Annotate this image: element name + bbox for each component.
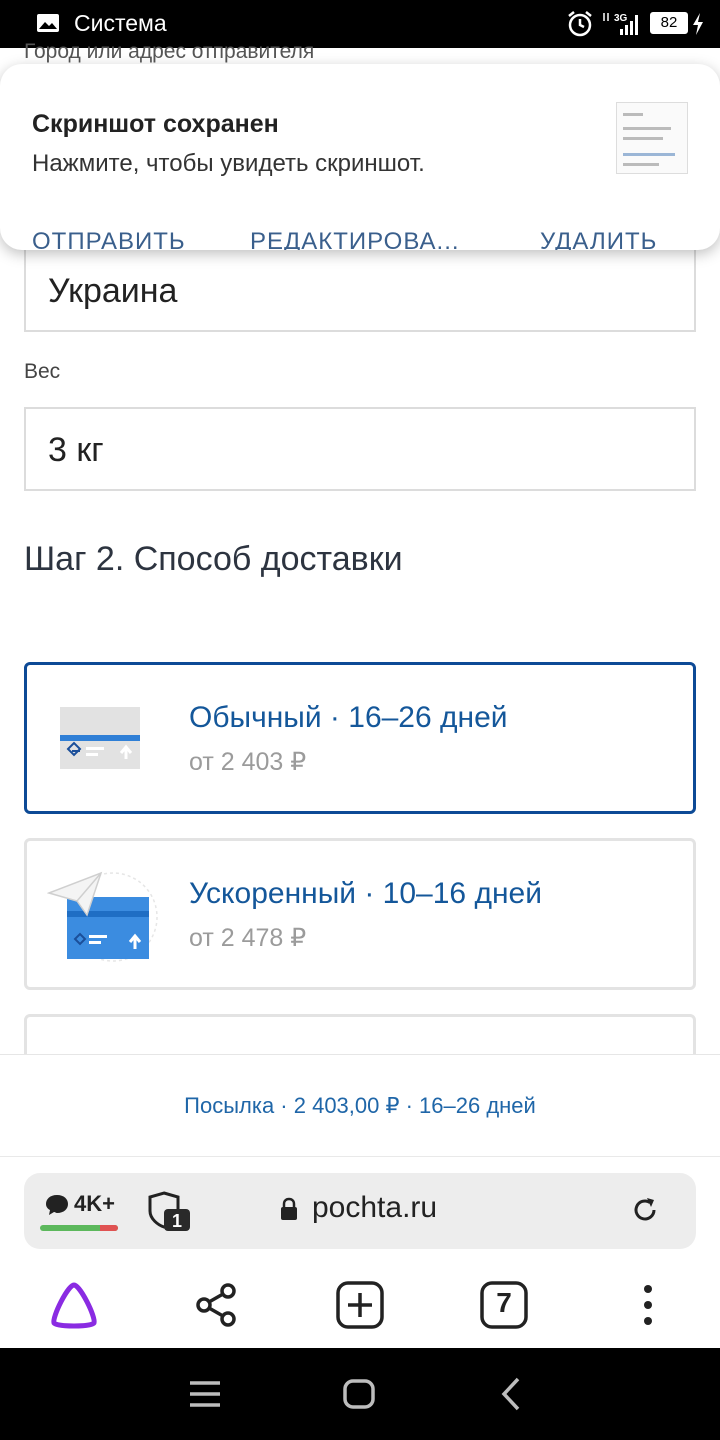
sender-address-label: Город или адрес отправителя xyxy=(24,40,315,63)
notification-actions: ОТПРАВИТЬ РЕДАКТИРОВА... УДАЛИТЬ xyxy=(0,228,720,250)
back-icon[interactable] xyxy=(498,1376,524,1412)
summary-text[interactable]: Посылка · 2 403,00 ₽ · 16–26 дней xyxy=(0,1093,720,1119)
order-summary: Посылка · 2 403,00 ₽ · 16–26 дней xyxy=(0,1054,720,1156)
edit-button[interactable]: РЕДАКТИРОВА... xyxy=(250,228,460,250)
menu-icon[interactable] xyxy=(188,1380,222,1408)
country-value: Украина xyxy=(48,272,178,310)
delivery-option-express[interactable]: Ускоренный · 10–16 дней от 2 478 ₽ xyxy=(24,838,696,990)
home-icon[interactable] xyxy=(342,1378,376,1410)
parcel-icon xyxy=(60,707,140,769)
alice-icon[interactable] xyxy=(48,1279,100,1331)
delete-button[interactable]: УДАЛИТЬ xyxy=(540,228,657,250)
option-price: от 2 403 ₽ xyxy=(189,748,307,776)
screenshot-notification[interactable]: Скриншот сохранен Нажмите, чтобы увидеть… xyxy=(0,64,720,250)
shield-badge: 1 xyxy=(172,1211,182,1231)
delivery-option-regular[interactable]: Обычный · 16–26 дней от 2 403 ₽ xyxy=(24,662,696,814)
new-tab-icon[interactable] xyxy=(334,1279,386,1331)
reload-icon[interactable] xyxy=(630,1195,660,1225)
comments-icon[interactable] xyxy=(44,1193,70,1217)
browser-toolbar: 4K+ 1 pochta.ru 7 xyxy=(0,1156,720,1348)
step2-title: Шаг 2. Способ доставки xyxy=(24,540,403,578)
address-bar[interactable]: 4K+ 1 pochta.ru xyxy=(24,1173,696,1249)
charging-icon xyxy=(693,13,703,35)
url-text[interactable]: pochta.ru xyxy=(312,1191,437,1225)
lock-icon xyxy=(281,1197,297,1220)
comments-count[interactable]: 4K+ xyxy=(74,1191,115,1217)
option-title: Ускоренный · 10–16 дней xyxy=(189,877,542,910)
weight-label: Вес xyxy=(24,360,61,383)
image-icon xyxy=(37,14,59,32)
rating-bar xyxy=(40,1225,118,1231)
notification-title: Скриншот сохранен xyxy=(32,110,279,138)
status-app-title: Система xyxy=(74,10,167,36)
signal-icon: 3G xyxy=(603,13,638,35)
system-nav-bar xyxy=(0,1348,720,1440)
send-button[interactable]: ОТПРАВИТЬ xyxy=(32,228,186,250)
option-title: Обычный · 16–26 дней xyxy=(189,701,508,734)
share-icon[interactable] xyxy=(190,1279,242,1331)
battery-icon: 82 xyxy=(650,12,688,34)
notification-text: Нажмите, чтобы увидеть скриншот. xyxy=(32,150,425,177)
weight-field[interactable]: 3 кг xyxy=(24,407,696,491)
shield-icon[interactable]: 1 xyxy=(148,1189,192,1233)
network-type: 3G xyxy=(614,13,628,24)
screenshot-thumbnail[interactable] xyxy=(616,102,688,174)
option-price: от 2 478 ₽ xyxy=(189,924,307,952)
tabs-count: 7 xyxy=(496,1287,512,1318)
express-parcel-icon xyxy=(47,871,158,962)
weight-value: 3 кг xyxy=(48,431,104,469)
more-menu-icon[interactable] xyxy=(622,1279,674,1331)
tabs-button[interactable]: 7 xyxy=(478,1279,530,1331)
alarm-icon xyxy=(568,11,592,37)
